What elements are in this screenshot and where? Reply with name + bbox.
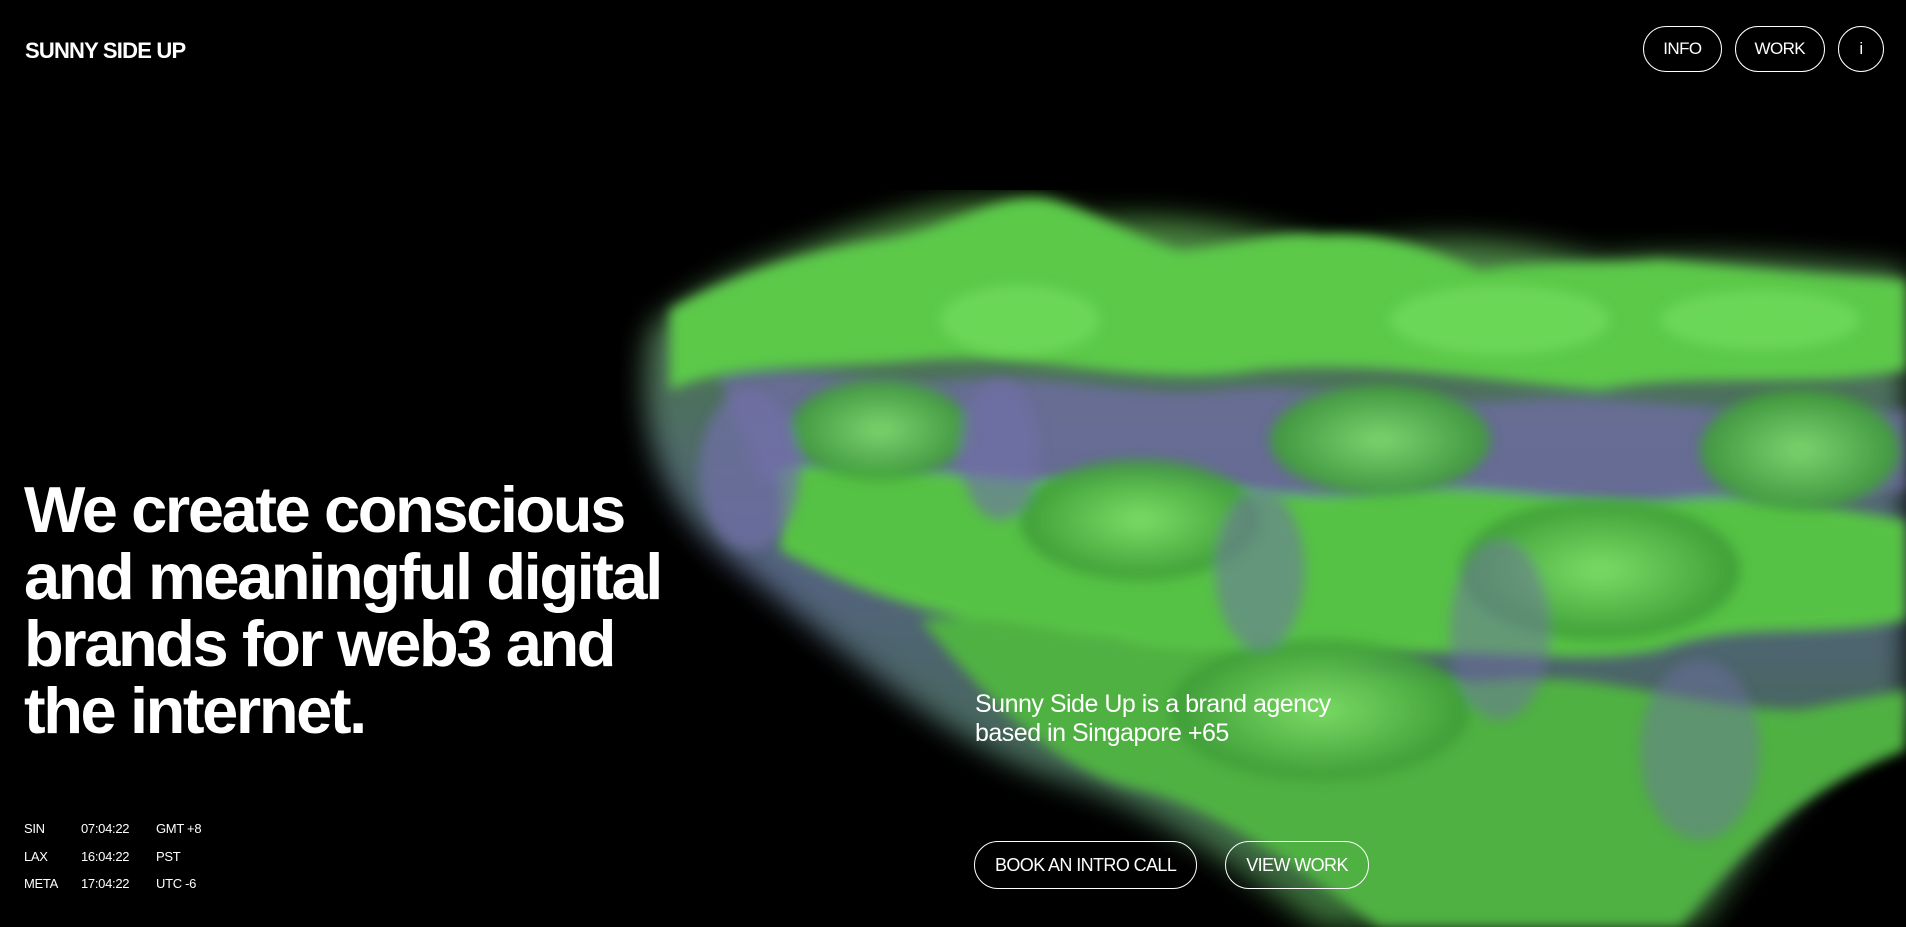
headline-line: the internet. bbox=[24, 674, 367, 747]
clock-zone: GMT +8 bbox=[156, 821, 202, 837]
hero-headline: We create conscious and meaningful digit… bbox=[24, 476, 744, 744]
clock-row: LAX 16:04:22 PST bbox=[24, 843, 201, 871]
clock-row: META 17:04:22 UTC -6 bbox=[24, 870, 201, 898]
clock-city: META bbox=[24, 876, 58, 892]
logo[interactable]: SUNNY SIDE UP bbox=[25, 38, 186, 64]
clock-zone: UTC -6 bbox=[156, 876, 197, 892]
cta-row: BOOK AN INTRO CALL VIEW WORK bbox=[974, 841, 1369, 889]
clock-city: LAX bbox=[24, 848, 48, 864]
agency-tagline: Sunny Side Up is a brand agency based in… bbox=[975, 690, 1405, 748]
work-button[interactable]: WORK bbox=[1734, 26, 1825, 72]
world-clocks: SIN 07:04:22 GMT +8 LAX 16:04:22 PST MET… bbox=[24, 815, 202, 898]
info-icon-button[interactable]: i bbox=[1838, 26, 1884, 72]
book-intro-call-button[interactable]: BOOK AN INTRO CALL bbox=[974, 841, 1198, 889]
headline-line: and meaningful digital bbox=[24, 540, 663, 613]
page: SUNNY SIDE UP INFO WORK i We create cons… bbox=[0, 0, 1906, 927]
headline-line: We create conscious bbox=[24, 473, 626, 546]
top-nav: INFO WORK i bbox=[1643, 26, 1884, 72]
clock-time: 16:04:22 bbox=[81, 848, 130, 864]
tagline-line: based in Singapore +65 bbox=[975, 719, 1229, 747]
view-work-button[interactable]: VIEW WORK bbox=[1225, 841, 1369, 889]
info-button[interactable]: INFO bbox=[1643, 26, 1722, 72]
clock-zone: PST bbox=[156, 848, 181, 864]
headline-line: brands for web3 and bbox=[24, 607, 616, 680]
tagline-line: Sunny Side Up is a brand agency bbox=[975, 690, 1331, 718]
clock-time: 07:04:22 bbox=[81, 821, 130, 837]
clock-city: SIN bbox=[24, 821, 45, 837]
clock-row: SIN 07:04:22 GMT +8 bbox=[24, 815, 202, 843]
green-terrain-render bbox=[644, 198, 1906, 927]
clock-time: 17:04:22 bbox=[81, 876, 130, 892]
